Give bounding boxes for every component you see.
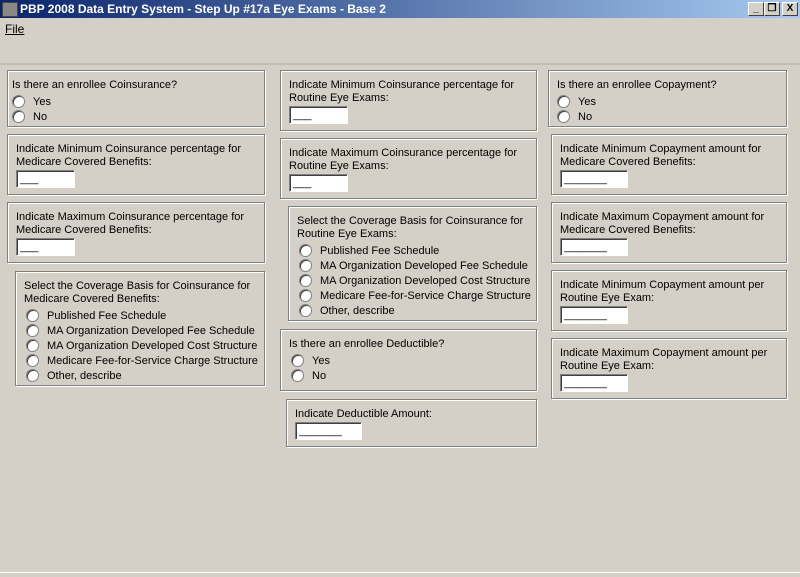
coverage-basis-medicare-group: Select the Coverage Basis for Coinsuranc…: [15, 271, 265, 386]
radio-label: Other, describe: [320, 304, 395, 317]
basis-eye-option[interactable]: Other, describe: [299, 304, 395, 317]
max-copay-medicare-label: Indicate Maximum Copayment amount for Me…: [560, 211, 765, 236]
restore-button[interactable]: ❐: [764, 2, 780, 16]
deductible-amount-label: Indicate Deductible Amount:: [295, 408, 432, 420]
copayment-no-radio[interactable]: No: [557, 110, 592, 123]
radio-label: No: [578, 110, 593, 123]
window-title: PBP 2008 Data Entry System - Step Up #17…: [20, 2, 386, 16]
coverage-basis-medicare-label: Select the Coverage Basis for Coinsuranc…: [24, 280, 251, 305]
min-copay-eye-input[interactable]: [560, 306, 628, 324]
radio-circle[interactable]: [26, 369, 39, 382]
radio-circle[interactable]: [12, 110, 25, 123]
title-bar: PBP 2008 Data Entry System - Step Up #17…: [0, 0, 800, 18]
radio-circle[interactable]: [299, 244, 312, 257]
basis-medicare-option[interactable]: MA Organization Developed Cost Structure: [26, 339, 257, 352]
radio-circle[interactable]: [299, 274, 312, 287]
max-coins-eye-input[interactable]: [289, 174, 348, 192]
copayment-yes-radio[interactable]: Yes: [557, 95, 596, 108]
radio-label: Yes: [312, 354, 330, 367]
max-coins-medicare-group: Indicate Maximum Coinsurance percentage …: [7, 202, 265, 263]
basis-medicare-option[interactable]: MA Organization Developed Fee Schedule: [26, 324, 255, 337]
radio-label: No: [312, 369, 327, 382]
radio-circle[interactable]: [299, 304, 312, 317]
max-coins-medicare-input[interactable]: [16, 238, 75, 256]
basis-eye-option[interactable]: Medicare Fee-for-Service Charge Structur…: [299, 289, 531, 302]
min-coins-eye-input[interactable]: [289, 106, 348, 124]
min-copay-medicare-group: Indicate Minimum Copayment amount for Me…: [551, 134, 787, 195]
radio-label: MA Organization Developed Cost Structure: [47, 339, 258, 352]
min-coins-medicare-input[interactable]: [16, 170, 75, 188]
radio-label: MA Organization Developed Fee Schedule: [47, 324, 255, 337]
radio-circle[interactable]: [26, 309, 39, 322]
close-button[interactable]: X: [782, 2, 798, 16]
min-coins-eye-label: Indicate Minimum Coinsurance percentage …: [289, 79, 515, 104]
deductible-no-radio[interactable]: No: [291, 369, 326, 382]
deductible-amount-input[interactable]: [295, 422, 362, 440]
min-coins-eye-group: Indicate Minimum Coinsurance percentage …: [280, 70, 537, 131]
radio-label: Medicare Fee-for-Service Charge Structur…: [320, 289, 531, 302]
max-copay-medicare-input[interactable]: [560, 238, 628, 256]
copayment-question: Is there an enrollee Copayment?: [557, 79, 717, 91]
deductible-question: Is there an enrollee Deductible?: [289, 338, 445, 350]
coinsurance-yes-radio[interactable]: Yes: [12, 95, 51, 108]
max-coins-medicare-label: Indicate Maximum Coinsurance percentage …: [16, 211, 245, 236]
coverage-basis-eye-label: Select the Coverage Basis for Coinsuranc…: [297, 215, 524, 240]
deductible-group: Is there an enrollee Deductible? Yes No: [280, 329, 537, 391]
radio-circle[interactable]: [12, 95, 25, 108]
radio-circle[interactable]: [557, 110, 570, 123]
deductible-amount-group: Indicate Deductible Amount:: [286, 399, 537, 447]
coinsurance-question: Is there an enrollee Coinsurance?: [12, 79, 178, 91]
menu-file[interactable]: File: [5, 22, 24, 36]
max-copay-eye-label: Indicate Maximum Copayment amount per Ro…: [560, 347, 768, 372]
basis-medicare-option[interactable]: Medicare Fee-for-Service Charge Structur…: [26, 354, 258, 367]
radio-label: No: [33, 110, 48, 123]
basis-medicare-option[interactable]: Other, describe: [26, 369, 122, 382]
deductible-yes-radio[interactable]: Yes: [291, 354, 330, 367]
max-coins-eye-label: Indicate Maximum Coinsurance percentage …: [289, 147, 518, 172]
min-copay-medicare-label: Indicate Minimum Copayment amount for Me…: [560, 143, 762, 168]
radio-circle[interactable]: [26, 324, 39, 337]
radio-label: MA Organization Developed Cost Structure: [320, 274, 531, 287]
basis-eye-option[interactable]: MA Organization Developed Fee Schedule: [299, 259, 528, 272]
radio-circle[interactable]: [299, 259, 312, 272]
radio-circle[interactable]: [299, 289, 312, 302]
radio-circle[interactable]: [26, 354, 39, 367]
copayment-group: Is there an enrollee Copayment? Yes No: [548, 70, 787, 127]
minimize-button[interactable]: _: [748, 2, 764, 16]
coinsurance-group: Is there an enrollee Coinsurance? Yes No: [7, 70, 265, 127]
app-icon: [2, 2, 18, 17]
radio-label: Yes: [578, 95, 596, 108]
max-coins-eye-group: Indicate Maximum Coinsurance percentage …: [280, 138, 537, 199]
radio-label: Other, describe: [47, 369, 122, 382]
radio-label: Published Fee Schedule: [47, 309, 167, 322]
coverage-basis-eye-group: Select the Coverage Basis for Coinsuranc…: [288, 206, 537, 321]
basis-medicare-option[interactable]: Published Fee Schedule: [26, 309, 166, 322]
min-copay-medicare-input[interactable]: [560, 170, 628, 188]
max-copay-medicare-group: Indicate Maximum Copayment amount for Me…: [551, 202, 787, 263]
min-copay-eye-label: Indicate Minimum Copayment amount per Ro…: [560, 279, 765, 304]
coinsurance-no-radio[interactable]: No: [12, 110, 47, 123]
basis-eye-option[interactable]: MA Organization Developed Cost Structure: [299, 274, 530, 287]
menu-bar: File: [0, 18, 800, 38]
radio-circle[interactable]: [291, 369, 304, 382]
bottom-edge: [0, 572, 800, 577]
radio-label: Medicare Fee-for-Service Charge Structur…: [47, 354, 258, 367]
min-copay-eye-group: Indicate Minimum Copayment amount per Ro…: [551, 270, 787, 331]
radio-circle[interactable]: [26, 339, 39, 352]
min-coins-medicare-group: Indicate Minimum Coinsurance percentage …: [7, 134, 265, 195]
radio-label: MA Organization Developed Fee Schedule: [320, 259, 528, 272]
basis-eye-option[interactable]: Published Fee Schedule: [299, 244, 439, 257]
max-copay-eye-group: Indicate Maximum Copayment amount per Ro…: [551, 338, 787, 399]
radio-label: Yes: [33, 95, 51, 108]
radio-label: Published Fee Schedule: [320, 244, 440, 257]
max-copay-eye-input[interactable]: [560, 374, 628, 392]
divider: [0, 63, 800, 65]
radio-circle[interactable]: [557, 95, 570, 108]
radio-circle[interactable]: [291, 354, 304, 367]
min-coins-medicare-label: Indicate Minimum Coinsurance percentage …: [16, 143, 242, 168]
